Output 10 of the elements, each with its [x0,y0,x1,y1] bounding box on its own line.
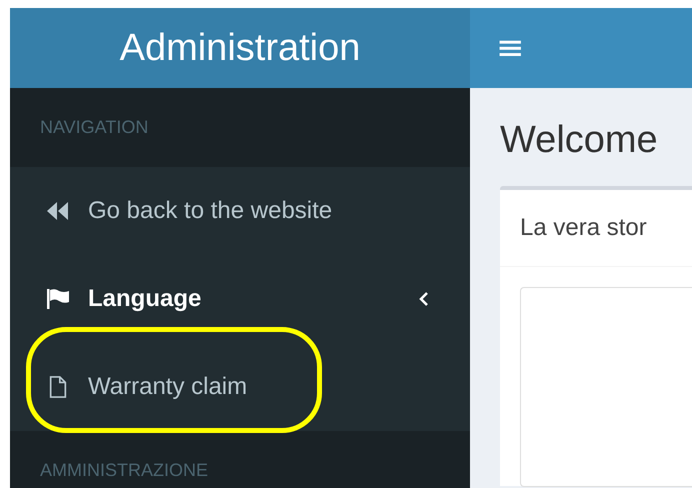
backward-icon [46,200,70,222]
brand-title: Administration [120,26,360,70]
menu-item[interactable]: Go back to the website [10,167,470,255]
card-title: La vera stor [500,190,692,267]
section-heading: NAVIGATION [40,117,148,137]
flag-icon [46,288,70,310]
menu-item[interactable]: Warranty claim [10,343,470,431]
section-heading: AMMINISTRAZIONE [40,460,208,480]
menu-item[interactable]: Language [10,255,470,343]
page-title: Welcome [500,118,659,163]
